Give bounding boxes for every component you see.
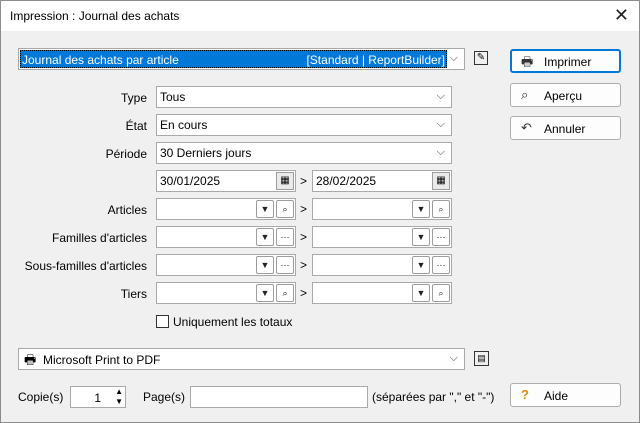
articles-from-field[interactable]	[156, 198, 296, 220]
periode-label: Période	[105, 147, 147, 161]
date-from-field[interactable]: 30/01/2025 ▦	[156, 170, 296, 192]
search-icon[interactable]: ⌕	[432, 284, 450, 302]
calendar-icon[interactable]: ▦	[276, 172, 294, 190]
etat-value: En cours	[160, 118, 208, 132]
undo-arrow-icon: ↶	[521, 120, 532, 135]
sous-familles-label: Sous-familles d'articles	[24, 259, 147, 273]
periode-select[interactable]: 30 Derniers jours ⌵	[156, 142, 452, 164]
dropdown-icon[interactable]: ▼	[412, 228, 430, 246]
dropdown-icon[interactable]: ▼	[256, 200, 274, 218]
print-button-label: Imprimer	[544, 55, 592, 69]
search-icon[interactable]: ⌕	[432, 200, 450, 218]
date-to-field[interactable]: 28/02/2025 ▦	[312, 170, 452, 192]
copies-label: Copie(s)	[18, 390, 64, 404]
etat-label: État	[125, 119, 147, 133]
search-icon[interactable]: ⌕	[276, 200, 294, 218]
more-icon[interactable]: ⋯	[276, 256, 294, 274]
chevron-down-icon: ⌵	[436, 90, 445, 102]
copies-spinner[interactable]: 1 ▲ ▼	[70, 386, 126, 408]
periode-value: 30 Derniers jours	[160, 146, 252, 160]
print-dialog: Impression : Journal des achats ✕ Journa…	[0, 0, 640, 423]
chevron-down-icon: ⌵	[449, 352, 458, 364]
pages-hint: (séparées par "," et "-")	[372, 390, 495, 404]
familles-from-field[interactable]	[156, 226, 296, 248]
printer-settings-icon[interactable]: ▤	[474, 351, 489, 366]
range-separator: >	[300, 174, 308, 188]
calendar-icon[interactable]: ▦	[432, 172, 450, 190]
dropdown-icon[interactable]: ▼	[256, 256, 274, 274]
chevron-down-icon: ⌵	[449, 52, 458, 64]
help-button-label: Aide	[544, 389, 569, 403]
more-icon[interactable]: ⋯	[276, 228, 294, 246]
range-separator: >	[300, 230, 308, 244]
more-icon[interactable]: ⋯	[432, 256, 450, 274]
pages-label: Page(s)	[143, 390, 186, 404]
articles-label: Articles	[107, 203, 147, 217]
type-value: Tous	[160, 90, 186, 104]
familles-label: Familles d'articles	[52, 231, 147, 245]
close-icon[interactable]: ✕	[614, 4, 629, 26]
spinner-up-icon[interactable]: ▲	[115, 387, 123, 397]
magnifier-icon: ⌕	[521, 87, 529, 102]
report-name: Journal des achats par article	[22, 53, 179, 67]
report-selected-item: Journal des achats par article [Standard…	[20, 50, 447, 68]
range-separator: >	[300, 286, 308, 300]
date-from-value: 30/01/2025	[160, 174, 221, 188]
preview-button[interactable]: ⌕ Aperçu	[510, 83, 621, 107]
sous-familles-to-field[interactable]	[312, 254, 452, 276]
familles-to-field[interactable]	[312, 226, 452, 248]
chevron-down-icon: ⌵	[436, 118, 445, 130]
range-separator: >	[300, 202, 308, 216]
dropdown-icon[interactable]: ▼	[256, 228, 274, 246]
chevron-down-icon: ⌵	[436, 146, 445, 158]
etat-select[interactable]: En cours ⌵	[156, 114, 452, 136]
printer-select[interactable]: 🖶 Microsoft Print to PDF ⌵	[18, 348, 465, 370]
tiers-to-field[interactable]	[312, 282, 452, 304]
type-label: Type	[120, 91, 147, 105]
dropdown-icon[interactable]: ▼	[256, 284, 274, 302]
window-title: Impression : Journal des achats	[10, 9, 180, 23]
printer-icon: 🖶	[521, 54, 534, 69]
dropdown-icon[interactable]: ▼	[412, 284, 430, 302]
cancel-button[interactable]: ↶ Annuler	[510, 116, 621, 140]
preview-button-label: Aperçu	[544, 89, 583, 103]
report-select[interactable]: Journal des achats par article [Standard…	[18, 48, 465, 70]
totaux-checkbox-label: Uniquement les totaux	[173, 315, 293, 329]
help-button[interactable]: ? Aide	[510, 383, 621, 407]
dropdown-icon[interactable]: ▼	[412, 256, 430, 274]
question-icon: ?	[521, 387, 529, 402]
totaux-checkbox[interactable]	[156, 315, 169, 328]
printer-icon: 🖶	[24, 352, 37, 367]
spinner-down-icon[interactable]: ▼	[115, 397, 123, 407]
printer-name: Microsoft Print to PDF	[43, 353, 161, 367]
title-bar: Impression : Journal des achats ✕	[1, 1, 639, 31]
more-icon[interactable]: ⋯	[432, 228, 450, 246]
articles-to-field[interactable]	[312, 198, 452, 220]
date-to-value: 28/02/2025	[316, 174, 377, 188]
dropdown-icon[interactable]: ▼	[412, 200, 430, 218]
copies-value: 1	[94, 391, 101, 405]
type-select[interactable]: Tous ⌵	[156, 86, 452, 108]
report-tag: [Standard | ReportBuilder]	[306, 53, 445, 67]
tiers-from-field[interactable]	[156, 282, 296, 304]
pages-input[interactable]	[190, 386, 368, 408]
edit-report-icon[interactable]: ✎	[474, 51, 488, 65]
range-separator: >	[300, 258, 308, 272]
print-button[interactable]: 🖶 Imprimer	[510, 49, 621, 73]
tiers-label: Tiers	[120, 287, 147, 301]
search-icon[interactable]: ⌕	[276, 284, 294, 302]
cancel-button-label: Annuler	[544, 122, 586, 136]
sous-familles-from-field[interactable]	[156, 254, 296, 276]
